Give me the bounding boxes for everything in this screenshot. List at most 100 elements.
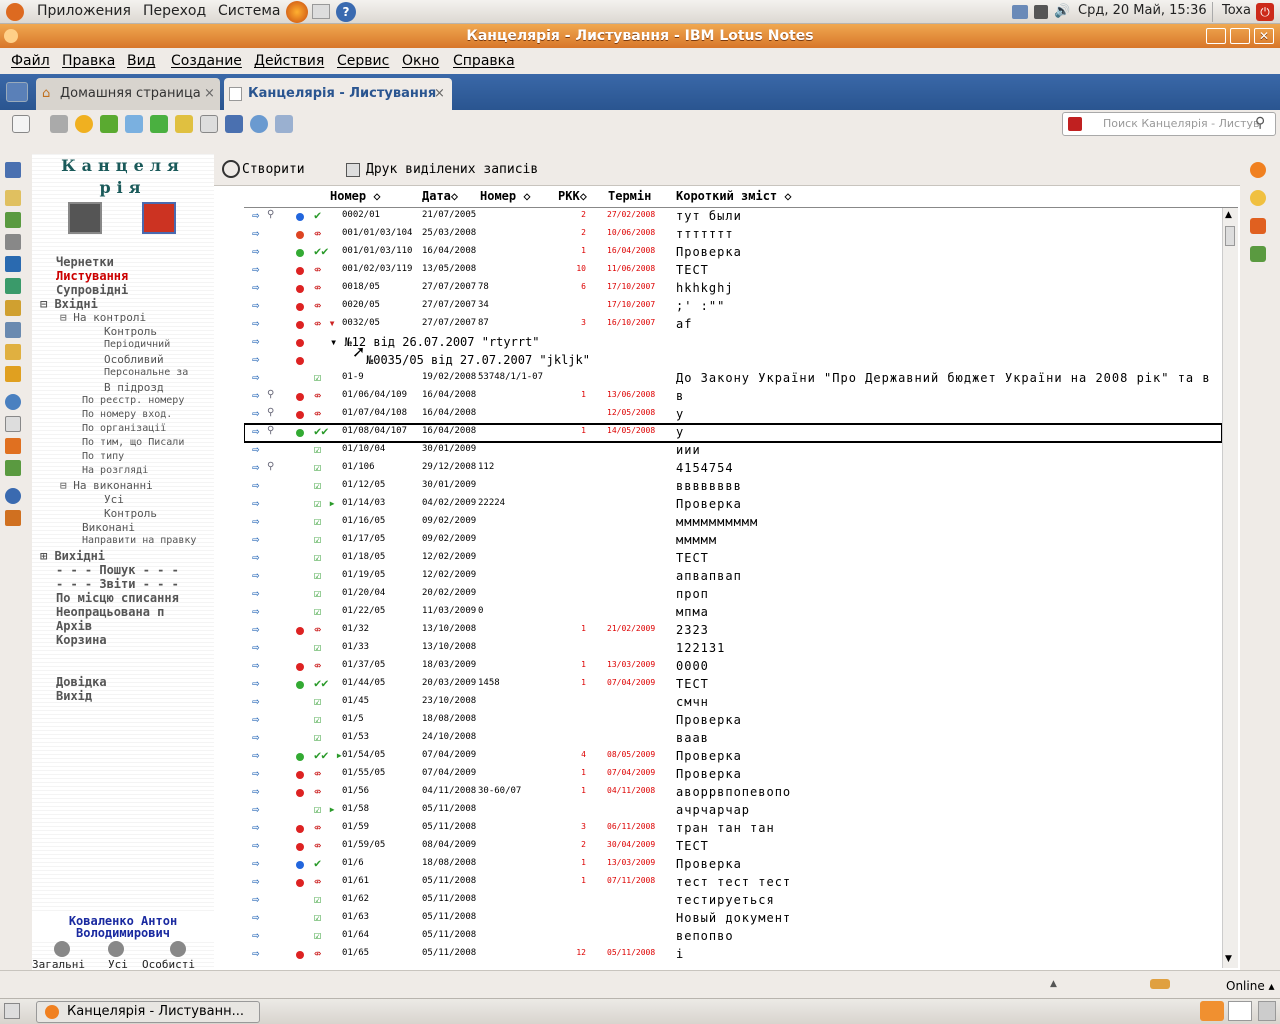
show-desktop-icon[interactable] [4, 1003, 20, 1019]
menu-create[interactable]: Создание [171, 53, 242, 69]
folder-2-icon[interactable] [5, 366, 21, 382]
folder-open-icon[interactable] [5, 344, 21, 360]
panel-menu-places[interactable]: Переход [143, 3, 206, 19]
gear-icon[interactable] [108, 941, 124, 957]
trash-icon[interactable] [1258, 1001, 1276, 1021]
nav-by-reg-number[interactable]: По реєстр. номеру [82, 395, 184, 406]
table-row[interactable]: ⇨ ⚲ ✔✔ 01/08/04/107 16/04/2008 1 14/05/2008 у [244, 423, 1222, 443]
workspace-2[interactable] [1228, 1001, 1252, 1021]
table-row[interactable]: ⇨ ☑ 01/20/04 20/02/2009 проп [244, 586, 1222, 604]
table-row[interactable]: ⇨ ☑ 01/22/05 11/03/2009 0 мпма [244, 604, 1222, 622]
settings-icon[interactable] [275, 115, 293, 133]
open-list-icon[interactable] [6, 82, 28, 102]
taskbar-item-lotus[interactable]: Канцелярія - Листуванн... [36, 1001, 260, 1023]
scroll-thumb[interactable] [1225, 226, 1235, 246]
panel-menu-system[interactable]: Система [218, 3, 280, 19]
nav-special[interactable]: Особливий [104, 353, 164, 366]
table-row[interactable]: ⇨ ⚲ ⇎ 01/06/04/109 16/04/2008 1 13/06/2008 в [244, 388, 1222, 406]
firefox-icon[interactable] [286, 1, 308, 23]
nav-unprocessed[interactable]: Неопрацьована п [56, 605, 164, 619]
col-rkk[interactable]: РКК◇ [558, 189, 587, 203]
menu-window[interactable]: Окно [402, 53, 439, 69]
collapse-icon[interactable]: ⊟ [40, 297, 54, 311]
nav-by-type[interactable]: По типу [82, 451, 124, 462]
stop-icon[interactable] [75, 115, 93, 133]
nav-by-writeoff-place[interactable]: По місцю списання [56, 591, 179, 605]
menu-actions[interactable]: Действия [254, 53, 324, 69]
workspace-1[interactable] [1200, 1001, 1224, 1021]
col-summary[interactable]: Короткий зміст ◇ [676, 189, 792, 203]
shutdown-icon[interactable]: ⏻ [1256, 3, 1274, 21]
scroll-down-icon[interactable]: ▼ [1225, 954, 1232, 964]
nav-personal-bottom[interactable]: Особисті [142, 958, 195, 970]
collapse-icon[interactable]: ⊟ [60, 479, 73, 492]
table-row[interactable]: ⇨ ⇎ 01/59 05/11/2008 3 06/11/2008 тран тан тан [244, 820, 1222, 838]
nav-correspondence[interactable]: Листування [56, 269, 128, 283]
new-icon[interactable] [12, 115, 30, 133]
nav-all-bottom[interactable]: Усі [108, 958, 128, 970]
table-row[interactable]: ⇨ ⚲ ✔ 0002/01 21/07/2005 2 27/02/2008 тут были [244, 208, 1222, 226]
nav-trash[interactable]: Корзина [56, 633, 107, 647]
nav-on-control[interactable]: ⊟ На контролі [60, 311, 146, 324]
nav-personal[interactable]: Персональне за [104, 367, 188, 378]
nav-general[interactable]: Загальні [32, 958, 85, 970]
table-row[interactable]: ⇨ ✔✔ ▸ 01/54/05 07/04/2009 4 08/05/2009 Провер… [244, 748, 1222, 766]
table-row[interactable]: ⇨ №0035/05 від 27.07.2007 "jkljk" [244, 352, 1222, 370]
help-icon[interactable] [5, 488, 21, 504]
nav-under-review[interactable]: На розгляді [82, 465, 148, 476]
workspace-icon[interactable] [5, 322, 21, 338]
todo-icon[interactable] [5, 256, 21, 272]
nav-executed[interactable]: Виконані [82, 521, 135, 534]
table-row[interactable]: ⇨ ⇎ 01/37/05 18/03/2009 1 13/03/2009 0000 [244, 658, 1222, 676]
table-row[interactable]: ⇨ ☑ 01/10/04 30/01/2009 иии [244, 442, 1222, 460]
table-row[interactable]: ⇨ ⇎ 01/65 05/11/2008 12 05/11/2008 і [244, 946, 1222, 964]
table-row[interactable]: ⇨ ☑ 01/17/05 09/02/2009 ммммм [244, 532, 1222, 550]
mail-icon[interactable] [5, 190, 21, 206]
table-row[interactable]: ⇨ ⇎ 001/01/03/104 25/03/2008 2 10/06/2008 тттт… [244, 226, 1222, 244]
table-row[interactable]: ⇨ ☑ 01/63 05/11/2008 Новый документ [244, 910, 1222, 928]
table-row[interactable]: ⇨ ⇎ ▾ 0032/05 27/07/2007 87 3 16/10/2007 af [244, 316, 1222, 334]
gear-icon[interactable] [54, 941, 70, 957]
menu-tools[interactable]: Сервис [337, 53, 389, 69]
table-row[interactable]: ⇨ ☑ 01/64 05/11/2008 вепопво [244, 928, 1222, 946]
online-status[interactable]: Online ▴ [1226, 979, 1275, 993]
nav-archive[interactable]: Архів [56, 619, 92, 633]
status-up-icon[interactable]: ▲ [1050, 979, 1057, 989]
menu-file[interactable]: Файл [11, 53, 50, 69]
chart-icon[interactable] [5, 460, 21, 476]
replicate-icon[interactable] [5, 278, 21, 294]
col-date[interactable]: Дата◇ [422, 189, 458, 203]
print-icon[interactable] [50, 115, 68, 133]
nav-in-subdivision[interactable]: В підрозд [104, 381, 164, 394]
menu-view[interactable]: Вид [127, 53, 155, 69]
col-term[interactable]: Термін [608, 189, 676, 203]
edit-icon[interactable] [175, 115, 193, 133]
nav-periodic[interactable]: Періодичний [104, 339, 170, 350]
refresh-icon[interactable] [250, 115, 268, 133]
table-row[interactable]: ⇨ ☑ 01/62 05/11/2008 тестируеться [244, 892, 1222, 910]
table-row[interactable]: ⇨ ▾ №12 від 26.07.2007 "rtyrrt" [244, 334, 1222, 352]
volume-icon[interactable]: 🔊 [1054, 4, 1070, 19]
nav-control-2[interactable]: Контроль [104, 507, 157, 520]
table-row[interactable]: ⇨ ⇎ 01/59/05 08/04/2009 2 30/04/2009 ТЕСТ [244, 838, 1222, 856]
minimize-button[interactable] [1206, 28, 1226, 44]
nav-all[interactable]: Усі [104, 493, 124, 506]
day-at-a-glance-icon[interactable] [1250, 246, 1266, 262]
search-scope-icon[interactable] [1068, 117, 1082, 131]
close-button[interactable]: ✕ [1254, 28, 1274, 44]
table-row[interactable]: ⇨ ⚲ ⇎ 01/07/04/108 16/04/2008 12/05/2008 у [244, 406, 1222, 424]
document-icon[interactable] [5, 416, 21, 432]
feeds-icon[interactable] [1250, 218, 1266, 234]
table-row[interactable]: ⇨ ⚲ ☑ 01/106 29/12/2008 112 4154754 [244, 460, 1222, 478]
up-icon[interactable] [125, 115, 143, 133]
table-row[interactable]: ⇨ ☑ 01/16/05 09/02/2009 мммммммммм [244, 514, 1222, 532]
col-number[interactable]: Номер ◇ [330, 189, 381, 203]
table-row[interactable]: ⇨ ☑ 01/45 23/10/2008 смчн [244, 694, 1222, 712]
table-row[interactable]: ⇨ ☑ 01/18/05 12/02/2009 ТЕСТ [244, 550, 1222, 568]
navigate-icon[interactable] [100, 115, 118, 133]
collapse-icon[interactable]: ⊟ [60, 311, 73, 324]
table-row[interactable]: ⇨ ⇎ 01/56 04/11/2008 30-60/07 1 04/11/2008 авор… [244, 784, 1222, 802]
search-icon[interactable]: ⚲ [1255, 115, 1265, 131]
add-icon[interactable] [150, 115, 168, 133]
menu-help[interactable]: Справка [453, 53, 515, 69]
